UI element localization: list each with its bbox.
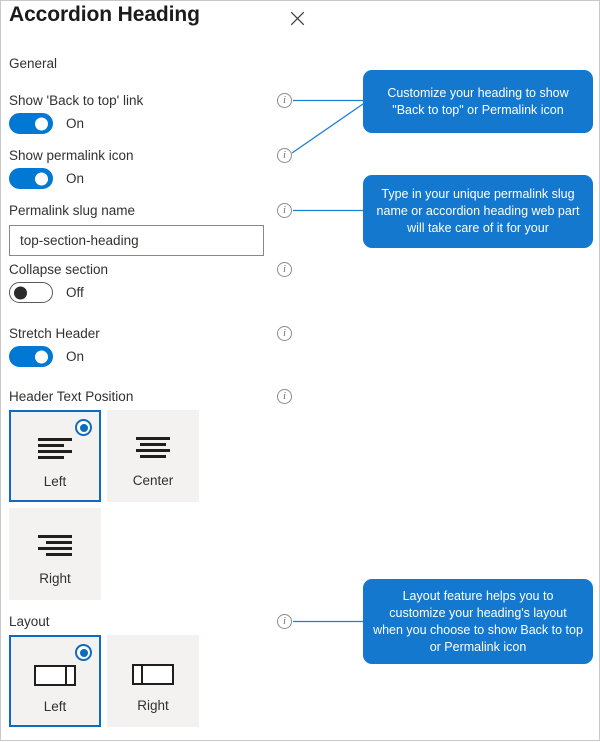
callout-text: Customize your heading to show "Back to … xyxy=(387,85,569,117)
layout-left-icon xyxy=(34,665,76,686)
toggle-show-back-to-top[interactable] xyxy=(9,113,53,134)
page-title: Accordion Heading xyxy=(9,3,200,26)
label-show-permalink-icon: Show permalink icon xyxy=(9,148,134,163)
radio-selected-icon xyxy=(75,419,92,436)
tile-label: Right xyxy=(39,571,71,586)
toggle-knob xyxy=(14,286,27,299)
tile-header-text-position-center[interactable]: Center xyxy=(107,410,199,502)
section-label-general: General xyxy=(9,56,58,71)
label-collapse-section: Collapse section xyxy=(9,262,109,277)
tile-header-text-position-left[interactable]: Left xyxy=(9,410,101,502)
layout-right-icon xyxy=(132,664,174,685)
info-icon-stretch-header[interactable]: i xyxy=(277,326,292,341)
toggle-collapse-section[interactable] xyxy=(9,282,53,303)
tile-label: Left xyxy=(43,474,67,489)
callout-text: Type in your unique permalink slug name … xyxy=(376,187,580,235)
info-icon-collapse-section[interactable]: i xyxy=(277,262,292,277)
align-center-icon xyxy=(136,437,170,458)
toggle-row-permalink-icon: On xyxy=(9,168,84,189)
callout-text: Layout feature helps you to customize yo… xyxy=(373,588,583,654)
panel-header: Accordion Heading xyxy=(1,1,599,39)
info-icon-permalink-icon[interactable]: i xyxy=(277,148,292,163)
section-label-layout: Layout xyxy=(9,614,50,629)
toggle-knob xyxy=(35,117,48,130)
tile-label: Center xyxy=(132,473,174,488)
toggle-row-collapse-section: Off xyxy=(9,282,84,303)
info-icon-back-to-top[interactable]: i xyxy=(277,93,292,108)
toggle-state-stretch-header: On xyxy=(66,349,85,364)
tile-layout-left[interactable]: Left xyxy=(9,635,101,727)
close-icon[interactable] xyxy=(284,5,310,31)
toggle-show-permalink-icon[interactable] xyxy=(9,168,53,189)
tile-label: Right xyxy=(137,698,169,713)
toggle-knob xyxy=(35,172,48,185)
toggle-state-back-to-top: On xyxy=(66,116,85,131)
toggle-state-collapse-section: Off xyxy=(66,285,84,300)
label-stretch-header: Stretch Header xyxy=(9,326,100,341)
info-icon-layout[interactable]: i xyxy=(277,614,292,629)
toggle-row-stretch-header: On xyxy=(9,346,84,367)
toggle-row-back-to-top: On xyxy=(9,113,84,134)
tile-header-text-position-right[interactable]: Right xyxy=(9,508,101,600)
tile-label: Left xyxy=(43,699,67,714)
permalink-slug-input[interactable] xyxy=(9,225,264,256)
callout-heading-options: Customize your heading to show "Back to … xyxy=(363,70,593,133)
label-show-back-to-top: Show 'Back to top' link xyxy=(9,93,144,108)
callout-layout: Layout feature helps you to customize yo… xyxy=(363,579,593,664)
callout-permalink-slug: Type in your unique permalink slug name … xyxy=(363,175,593,248)
toggle-stretch-header[interactable] xyxy=(9,346,53,367)
toggle-state-permalink-icon: On xyxy=(66,171,85,186)
radio-selected-icon xyxy=(75,644,92,661)
section-label-header-text-position: Header Text Position xyxy=(9,389,134,404)
align-right-icon xyxy=(38,535,72,556)
info-icon-header-text-position[interactable]: i xyxy=(277,389,292,404)
info-icon-permalink-slug[interactable]: i xyxy=(277,203,292,218)
tile-layout-right[interactable]: Right xyxy=(107,635,199,727)
toggle-knob xyxy=(35,350,48,363)
properties-panel: Accordion Heading General Show 'Back to … xyxy=(0,0,600,741)
align-left-icon xyxy=(38,438,72,459)
label-permalink-slug-name: Permalink slug name xyxy=(9,203,136,218)
